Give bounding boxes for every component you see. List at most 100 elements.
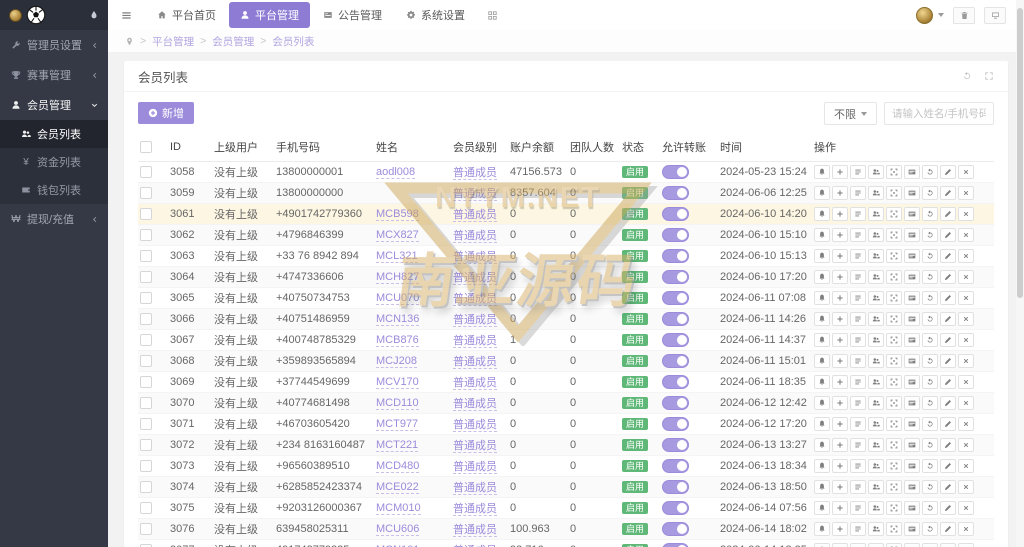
scan-action-button[interactable] bbox=[886, 312, 902, 326]
scan-action-button[interactable] bbox=[886, 480, 902, 494]
bill-action-button[interactable] bbox=[850, 249, 866, 263]
edit-action-button[interactable] bbox=[940, 186, 956, 200]
plus-action-button[interactable] bbox=[832, 480, 848, 494]
member-name-link[interactable]: MCB598 bbox=[376, 208, 419, 221]
edit-action-button[interactable] bbox=[940, 375, 956, 389]
close-action-button[interactable] bbox=[958, 249, 974, 263]
refresh-action-button[interactable] bbox=[922, 165, 938, 179]
member-name-link[interactable]: MCT221 bbox=[376, 439, 418, 452]
add-member-button[interactable]: 新增 bbox=[138, 102, 194, 124]
sidebar-item-withdraw-recharge[interactable]: ₩ 提现/充值 bbox=[0, 204, 108, 234]
plus-action-button[interactable] bbox=[832, 270, 848, 284]
bill-action-button[interactable] bbox=[850, 543, 866, 547]
scan-action-button[interactable] bbox=[886, 165, 902, 179]
bell-action-button[interactable] bbox=[814, 249, 830, 263]
bell-action-button[interactable] bbox=[814, 543, 830, 547]
edit-action-button[interactable] bbox=[940, 543, 956, 547]
breadcrumb-item[interactable]: 会员管理 bbox=[212, 34, 254, 49]
team-action-button[interactable] bbox=[868, 312, 884, 326]
edit-action-button[interactable] bbox=[940, 312, 956, 326]
member-level-link[interactable]: 普通成员 bbox=[453, 398, 497, 411]
row-checkbox[interactable] bbox=[140, 376, 152, 388]
card-action-button[interactable] bbox=[904, 165, 920, 179]
plus-action-button[interactable] bbox=[832, 291, 848, 305]
row-checkbox[interactable] bbox=[140, 208, 152, 220]
card-action-button[interactable] bbox=[904, 228, 920, 242]
member-name-link[interactable]: MCU606 bbox=[376, 523, 419, 536]
breadcrumb-item[interactable]: 会员列表 bbox=[272, 34, 314, 49]
member-name-link[interactable]: MCD110 bbox=[376, 397, 419, 410]
team-action-button[interactable] bbox=[868, 375, 884, 389]
team-action-button[interactable] bbox=[868, 543, 884, 547]
refresh-action-button[interactable] bbox=[922, 375, 938, 389]
bill-action-button[interactable] bbox=[850, 207, 866, 221]
plus-action-button[interactable] bbox=[832, 543, 848, 547]
member-name-link[interactable]: MCX827 bbox=[376, 229, 419, 242]
member-name-link[interactable]: MCT977 bbox=[376, 418, 418, 431]
refresh-action-button[interactable] bbox=[922, 228, 938, 242]
scan-action-button[interactable] bbox=[886, 375, 902, 389]
team-action-button[interactable] bbox=[868, 354, 884, 368]
bill-action-button[interactable] bbox=[850, 165, 866, 179]
refresh-action-button[interactable] bbox=[922, 333, 938, 347]
transfer-toggle[interactable] bbox=[662, 480, 689, 494]
edit-action-button[interactable] bbox=[940, 249, 956, 263]
bell-action-button[interactable] bbox=[814, 270, 830, 284]
bell-action-button[interactable] bbox=[814, 459, 830, 473]
member-level-link[interactable]: 普通成员 bbox=[453, 440, 497, 453]
row-checkbox[interactable] bbox=[140, 460, 152, 472]
transfer-toggle[interactable] bbox=[662, 354, 689, 368]
transfer-toggle[interactable] bbox=[662, 249, 689, 263]
plus-action-button[interactable] bbox=[832, 375, 848, 389]
bill-action-button[interactable] bbox=[850, 459, 866, 473]
refresh-action-button[interactable] bbox=[922, 270, 938, 284]
member-level-link[interactable]: 普通成员 bbox=[453, 524, 497, 537]
edit-action-button[interactable] bbox=[940, 417, 956, 431]
display-mode-button[interactable] bbox=[984, 7, 1006, 24]
plus-action-button[interactable] bbox=[832, 417, 848, 431]
bell-action-button[interactable] bbox=[814, 522, 830, 536]
card-action-button[interactable] bbox=[904, 270, 920, 284]
member-name-link[interactable]: MCB876 bbox=[376, 334, 419, 347]
member-name-link[interactable]: aodl008 bbox=[376, 166, 415, 179]
apps-grid-button[interactable] bbox=[477, 10, 508, 21]
bill-action-button[interactable] bbox=[850, 354, 866, 368]
bill-action-button[interactable] bbox=[850, 522, 866, 536]
member-level-link[interactable]: 普通成员 bbox=[453, 293, 497, 306]
transfer-toggle[interactable] bbox=[662, 186, 689, 200]
scan-action-button[interactable] bbox=[886, 459, 902, 473]
card-action-button[interactable] bbox=[904, 207, 920, 221]
team-action-button[interactable] bbox=[868, 438, 884, 452]
team-action-button[interactable] bbox=[868, 228, 884, 242]
droplet-icon[interactable] bbox=[89, 10, 99, 20]
member-level-link[interactable]: 普通成员 bbox=[453, 419, 497, 432]
member-name-link[interactable]: MCH827 bbox=[376, 271, 419, 284]
team-action-button[interactable] bbox=[868, 291, 884, 305]
close-action-button[interactable] bbox=[958, 270, 974, 284]
member-level-link[interactable]: 普通成员 bbox=[453, 188, 497, 201]
member-name-link[interactable]: MCN101 bbox=[376, 544, 419, 547]
bill-action-button[interactable] bbox=[850, 333, 866, 347]
member-level-link[interactable]: 普通成员 bbox=[453, 272, 497, 285]
nav-tab-system-settings[interactable]: 系统设置 bbox=[395, 2, 476, 28]
bell-action-button[interactable] bbox=[814, 501, 830, 515]
member-name-link[interactable]: MCV170 bbox=[376, 376, 419, 389]
edit-action-button[interactable] bbox=[940, 396, 956, 410]
bell-action-button[interactable] bbox=[814, 354, 830, 368]
close-action-button[interactable] bbox=[958, 438, 974, 452]
scan-action-button[interactable] bbox=[886, 438, 902, 452]
member-level-link[interactable]: 普通成员 bbox=[453, 335, 497, 348]
refresh-action-button[interactable] bbox=[922, 522, 938, 536]
close-action-button[interactable] bbox=[958, 522, 974, 536]
row-checkbox[interactable] bbox=[140, 523, 152, 535]
member-level-link[interactable]: 普通成员 bbox=[453, 482, 497, 495]
member-name-link[interactable]: MCD480 bbox=[376, 460, 419, 473]
scan-action-button[interactable] bbox=[886, 354, 902, 368]
scan-action-button[interactable] bbox=[886, 249, 902, 263]
card-action-button[interactable] bbox=[904, 291, 920, 305]
refresh-icon[interactable] bbox=[962, 71, 972, 81]
refresh-action-button[interactable] bbox=[922, 207, 938, 221]
card-action-button[interactable] bbox=[904, 417, 920, 431]
refresh-action-button[interactable] bbox=[922, 186, 938, 200]
card-action-button[interactable] bbox=[904, 480, 920, 494]
